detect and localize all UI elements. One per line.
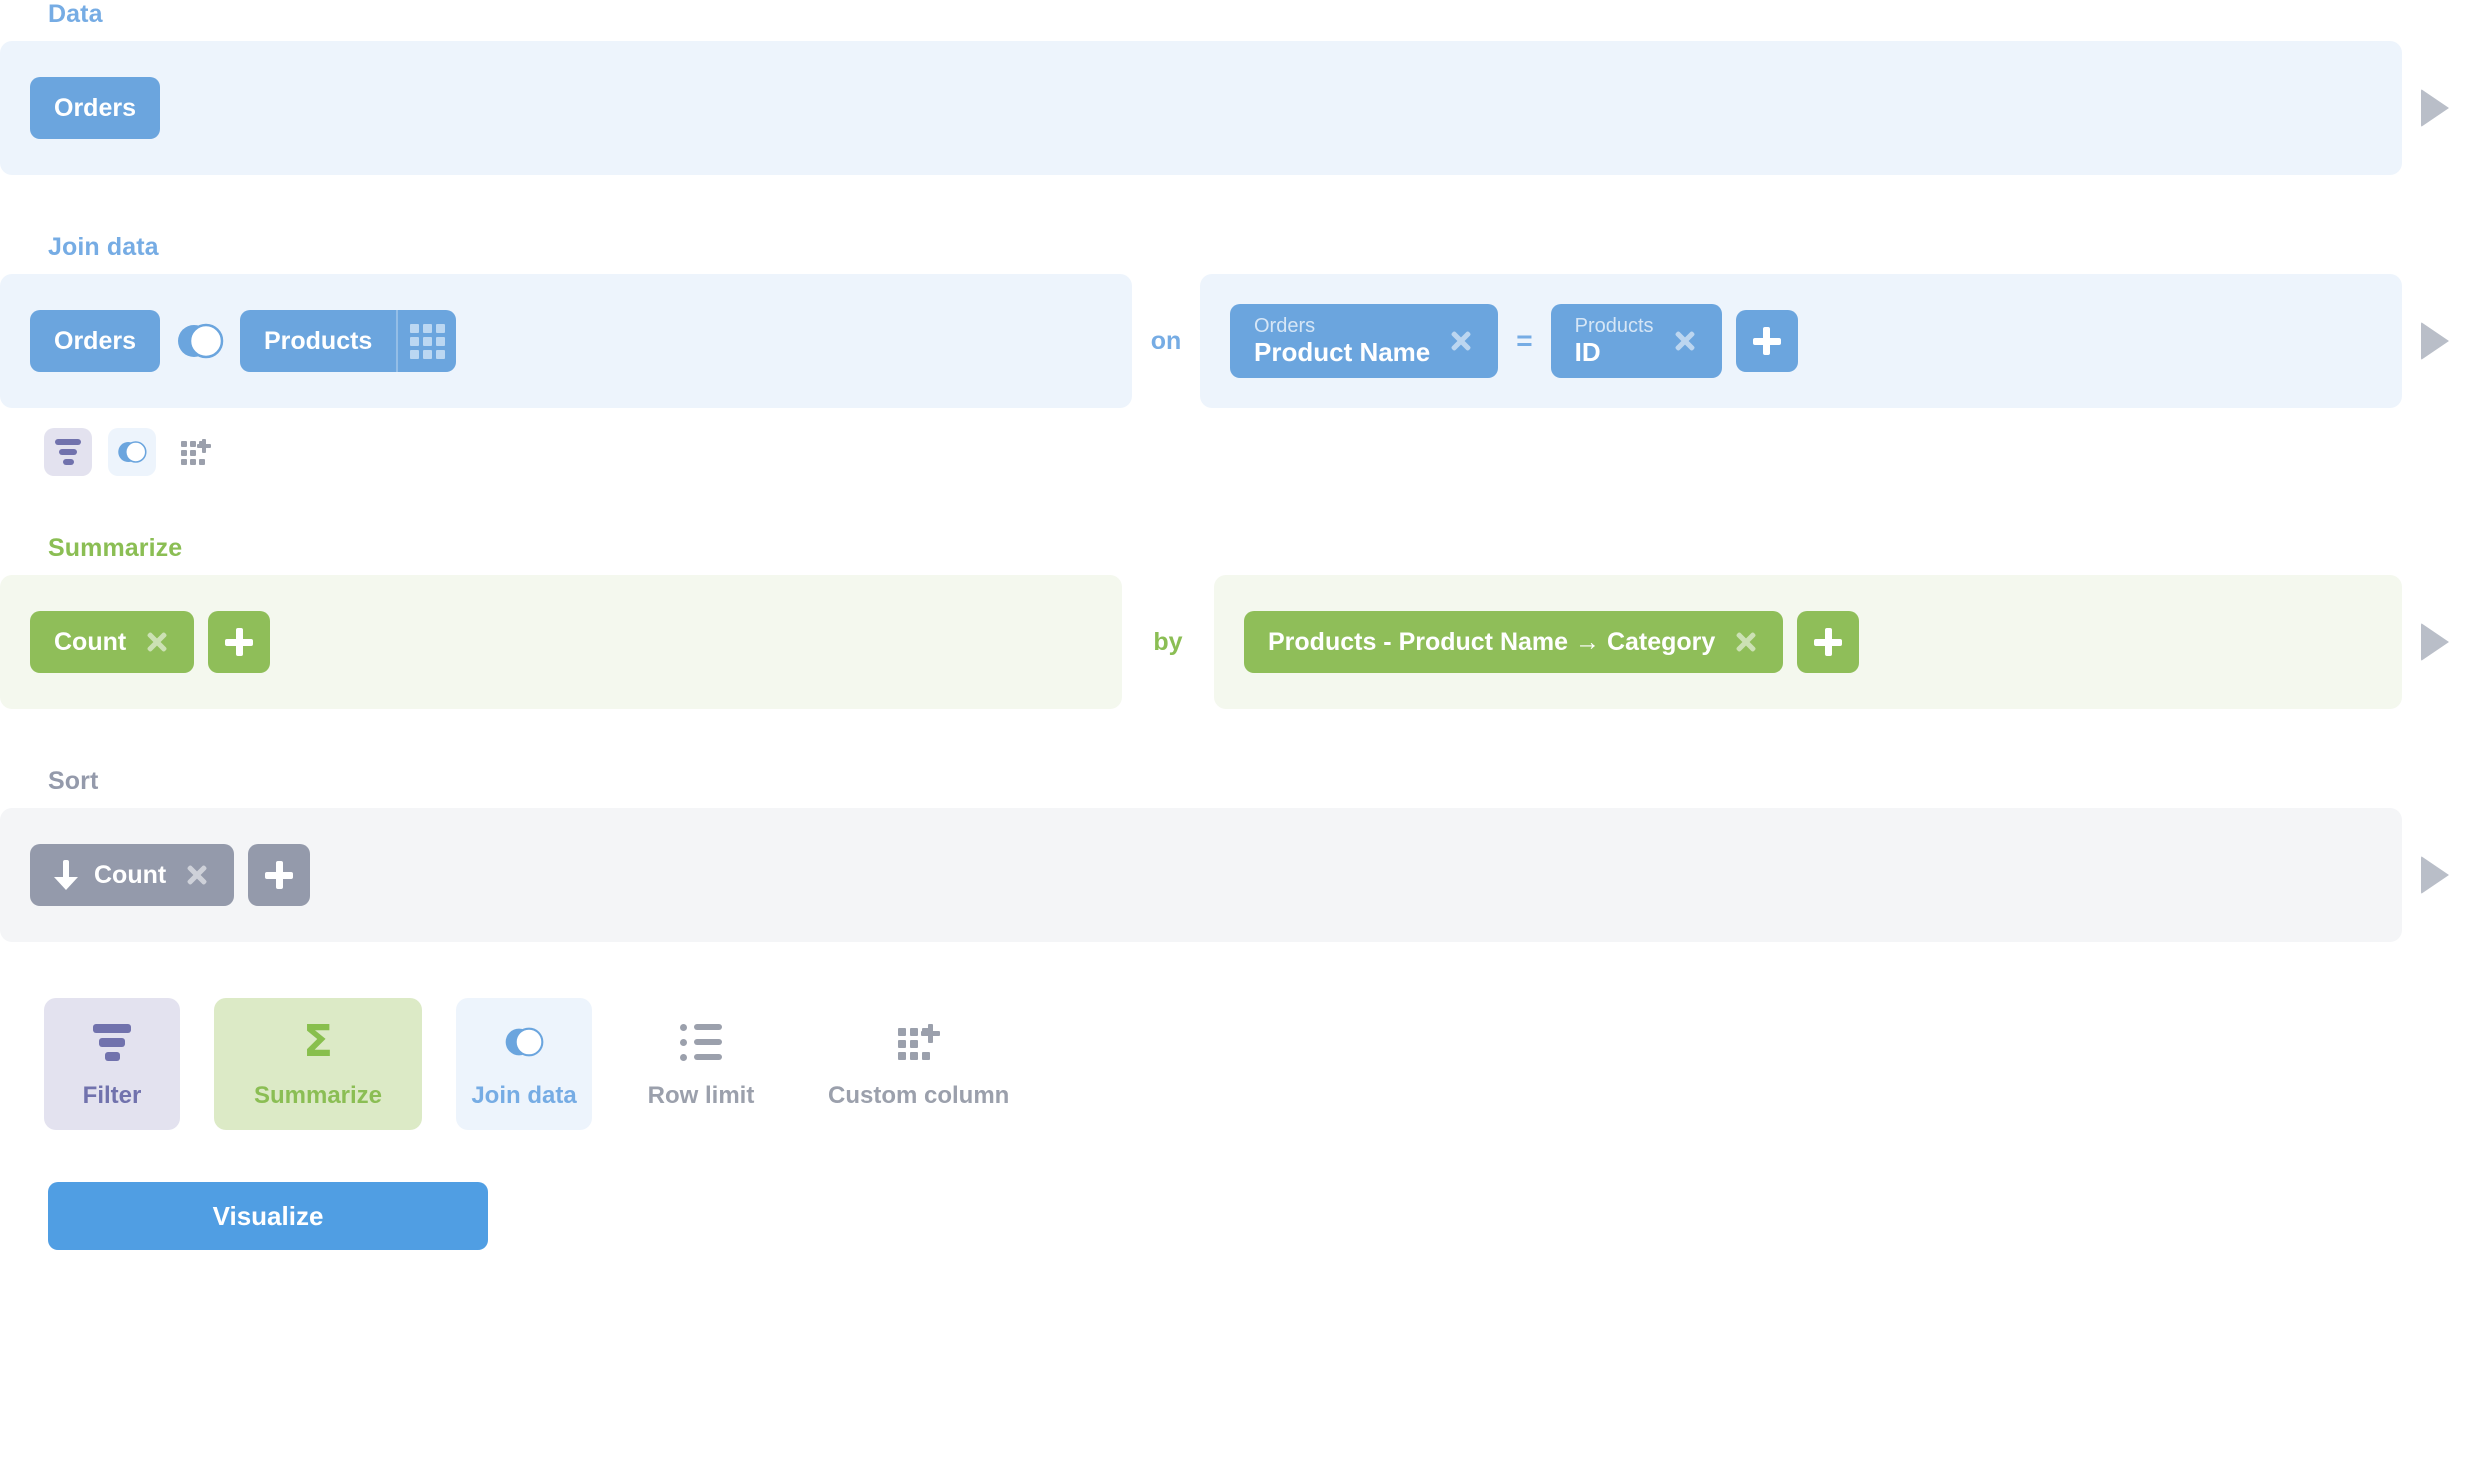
join-tables-panel: Orders Products [0,274,1132,408]
breakout-label: Products - Product Name → Category [1268,627,1716,656]
data-preview-button[interactable] [2402,41,2468,175]
funnel-icon [93,1020,131,1064]
sort-section-label: Sort [48,767,99,795]
join-condition-panel: Orders Product Name = Products ID [1200,274,2402,408]
join-preview-button[interactable] [2402,274,2468,408]
arrow-down-icon[interactable] [54,860,78,890]
add-filter-mini-button[interactable] [44,428,92,476]
add-breakout-button[interactable] [1797,611,1860,673]
join-condition-right-field: ID [1574,336,1601,367]
summarize-section: Summarize Count by Products - Product Na… [0,534,2492,709]
aggregation-chip[interactable]: Count [30,611,195,673]
funnel-icon [55,439,81,465]
data-section: Data Orders [0,0,2492,175]
join-on-label-wrap: on [1132,274,1200,408]
sort-chip[interactable]: Count [30,844,235,906]
action-custom-column-button[interactable]: Custom column [810,998,1027,1130]
venn-icon [118,441,147,463]
summarize-row: Count by Products - Product Name → Categ… [0,575,2492,709]
remove-join-condition-right-icon[interactable] [1672,328,1698,354]
action-row-limit-label: Row limit [647,1082,755,1109]
join-condition-right-table: Products [1574,315,1654,338]
step-actions-bar: Filter Σ Summarize Join data Row limit C… [44,998,2492,1130]
add-join-condition-button[interactable] [1735,310,1798,372]
action-join-data-button[interactable]: Join data [456,998,592,1130]
data-panel: Orders [0,41,2402,175]
breakout-chip[interactable]: Products - Product Name → Category [1244,611,1784,673]
summarize-by-label: by [1153,627,1183,656]
join-right-table-chip[interactable]: Products [239,310,457,372]
add-aggregation-button[interactable] [208,611,271,673]
join-right-table-name: Products [263,326,373,355]
action-row-limit-button[interactable]: Row limit [626,998,776,1130]
join-condition-right-chip[interactable]: Products ID [1550,304,1722,378]
summarize-by-label-wrap: by [1122,575,1214,709]
sort-panel: Count [0,808,2402,942]
action-filter-button[interactable]: Filter [44,998,180,1130]
add-custom-column-mini-button[interactable] [172,428,220,476]
data-table-chip[interactable]: Orders [30,77,160,139]
aggregation-label: Count [54,627,127,656]
play-icon [2421,623,2449,661]
play-icon [2421,89,2449,127]
join-step-actions [44,428,2492,476]
data-row: Orders [0,41,2492,175]
remove-join-condition-left-icon[interactable] [1448,328,1474,354]
sigma-icon: Σ [302,1016,334,1067]
query-builder-notebook: Data Orders Join data Orders Products on… [0,0,2492,1476]
venn-left-join-icon[interactable] [176,323,224,359]
visualize-button[interactable]: Visualize [48,1182,488,1250]
sort-section: Sort Count [0,767,2492,942]
venn-icon [504,1020,544,1064]
join-row: Orders Products on Orders Product Name =… [0,274,2492,408]
join-condition-left-chip[interactable]: Orders Product Name [1230,304,1499,378]
list-icon [680,1020,722,1064]
add-sort-button[interactable] [248,844,311,906]
join-condition-left-table: Orders [1254,315,1316,338]
sort-preview-button[interactable] [2402,808,2468,942]
remove-aggregation-icon[interactable] [144,629,170,655]
summarize-section-label: Summarize [48,534,183,562]
grid-plus-icon [897,1020,940,1064]
add-join-mini-button[interactable] [108,428,156,476]
join-section-label: Join data [48,233,159,261]
breakout-panel: Products - Product Name → Category [1214,575,2402,709]
join-condition-left-field: Product Name [1254,336,1431,367]
join-section: Join data Orders Products on Orders Prod… [0,233,2492,476]
aggregation-panel: Count [0,575,1122,709]
sort-field-label: Count [94,860,167,889]
action-join-data-label: Join data [471,1082,577,1109]
action-summarize-label: Summarize [253,1082,383,1109]
remove-breakout-icon[interactable] [1733,629,1759,655]
grid-plus-icon [181,439,211,465]
sort-row: Count [0,808,2492,942]
join-equals-label: = [1516,325,1533,356]
data-section-label: Data [48,0,103,28]
action-summarize-button[interactable]: Σ Summarize [214,998,422,1130]
join-on-label: on [1150,326,1182,355]
action-custom-column-label: Custom column [828,1082,1010,1109]
action-filter-label: Filter [82,1082,142,1109]
play-icon [2421,856,2449,894]
join-left-table-chip[interactable]: Orders [30,310,160,372]
join-right-table-picker-button[interactable] [396,310,456,372]
play-icon [2421,322,2449,360]
remove-sort-icon[interactable] [184,862,210,888]
grid-icon [409,323,445,359]
summarize-preview-button[interactable] [2402,575,2468,709]
